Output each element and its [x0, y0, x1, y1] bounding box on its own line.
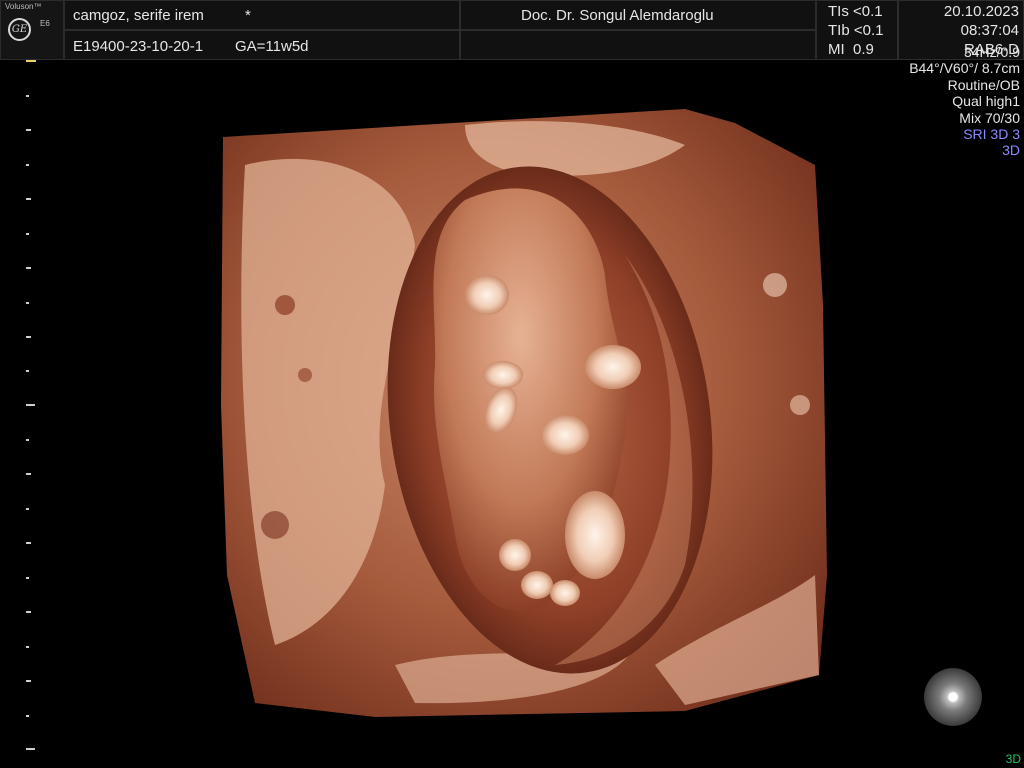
doctor-cell: Doc. Dr. Songul Alemdaroglu — [460, 0, 816, 30]
depth-tick — [26, 95, 29, 97]
mix-ratio: Mix 70/30 — [959, 109, 1020, 126]
logo-cell: Voluson™ GE E6 — [0, 0, 64, 60]
depth-tick — [26, 129, 31, 131]
mi-row: MI 0.9 — [828, 41, 874, 58]
depth-tick — [26, 508, 29, 510]
sri-setting: SRI 3D 3 — [963, 126, 1020, 143]
header-bar: Voluson™ GE E6 camgoz, serife irem * E19… — [0, 0, 1024, 60]
depth-tick — [26, 577, 29, 579]
light-source-orb-icon[interactable] — [924, 668, 982, 726]
quality: Qual high1 — [952, 93, 1020, 110]
patient-name: camgoz, serife irem — [73, 7, 204, 24]
depth-tick — [26, 233, 29, 235]
depth-tick — [26, 715, 29, 717]
brand-label: Voluson™ — [5, 2, 42, 11]
depth-tick — [26, 164, 29, 166]
volume-angles: B44°/V60°/ 8.7cm — [909, 60, 1020, 77]
depth-tick-major — [26, 748, 35, 750]
depth-tick — [26, 439, 29, 441]
focus-marker — [26, 60, 36, 62]
patient-name-cell[interactable]: camgoz, serife irem * — [64, 0, 460, 30]
depth-tick — [26, 473, 31, 475]
depth-tick-major — [26, 404, 35, 406]
ti-s-row: TIs <0.1 — [828, 3, 883, 20]
corner-mode-label: 3D — [1005, 752, 1021, 766]
depth-tick — [26, 302, 29, 304]
volume-render-3d[interactable] — [215, 105, 830, 720]
ti-b-row: TIb <0.1 — [828, 22, 884, 39]
depth-tick — [26, 542, 31, 544]
exam-date: 20.10.2023 — [943, 3, 1019, 20]
depth-tick — [26, 680, 31, 682]
exam-id: E19400-23-10-20-1 — [73, 38, 204, 55]
doctor-name: Doc. Dr. Songul Alemdaroglu — [521, 7, 714, 24]
model-label: E6 — [40, 19, 50, 28]
depth-tick — [26, 646, 29, 648]
gestational-age: GA=11w5d — [235, 38, 309, 55]
depth-tick — [26, 370, 29, 372]
depth-tick — [26, 336, 31, 338]
acquisition-params: 34Hz/0.9 B44°/V60°/ 8.7cm Routine/OB Qua… — [909, 44, 1020, 159]
exam-time: 08:37:04 — [960, 22, 1019, 39]
depth-tick — [26, 611, 31, 613]
preset: Routine/OB — [947, 76, 1020, 93]
safety-indices-cell: TIs <0.1 TIb <0.1 MI 0.9 — [816, 0, 898, 60]
exam-id-cell[interactable]: E19400-23-10-20-1 GA=11w5d — [64, 30, 460, 60]
render-mode: 3D — [1002, 142, 1020, 159]
depth-scale — [0, 60, 40, 768]
ge-logo-icon: GE — [8, 18, 31, 41]
depth-tick — [26, 267, 31, 269]
patient-marker: * — [245, 7, 251, 24]
frame-rate: 34Hz/0.9 — [963, 44, 1020, 60]
header-blank-cell — [460, 30, 816, 60]
depth-tick — [26, 198, 31, 200]
